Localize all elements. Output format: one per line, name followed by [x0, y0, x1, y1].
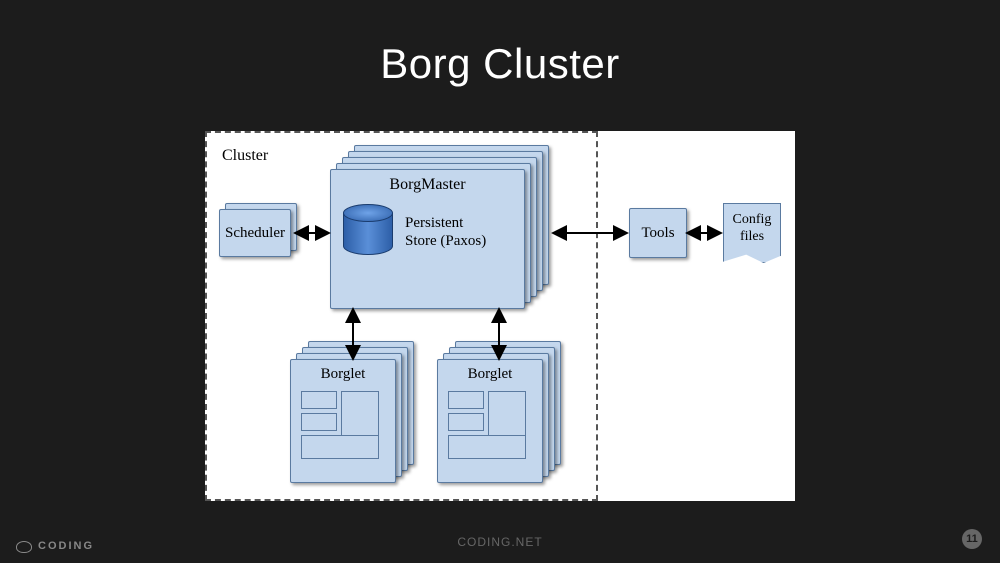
persistent-store-label: Persistent Store (Paxos)	[405, 214, 486, 250]
scheduler-node: Scheduler	[219, 209, 297, 261]
footer-url: CODING.NET	[0, 535, 1000, 549]
borglet-node-2: Borglet	[437, 341, 567, 491]
architecture-diagram: Cluster Scheduler BorgMaster Persistent …	[205, 131, 795, 501]
borglet-node-1: Borglet	[290, 341, 420, 491]
task-boxes-icon	[444, 391, 536, 467]
config-files-node: Config files	[723, 203, 781, 263]
slide: Borg Cluster Cluster Scheduler BorgMaste…	[0, 0, 1000, 563]
task-boxes-icon	[297, 391, 389, 467]
borgmaster-title: BorgMaster	[331, 170, 524, 194]
tools-node: Tools	[629, 208, 687, 258]
page-number: 11	[962, 529, 982, 549]
borgmaster-node: BorgMaster Persistent Store (Paxos)	[330, 145, 555, 310]
scheduler-label: Scheduler	[219, 209, 291, 257]
database-icon	[343, 204, 393, 259]
cluster-label: Cluster	[222, 147, 268, 165]
slide-title: Borg Cluster	[0, 0, 1000, 88]
borglet-2-label: Borglet	[444, 366, 536, 383]
borglet-1-label: Borglet	[297, 366, 389, 383]
